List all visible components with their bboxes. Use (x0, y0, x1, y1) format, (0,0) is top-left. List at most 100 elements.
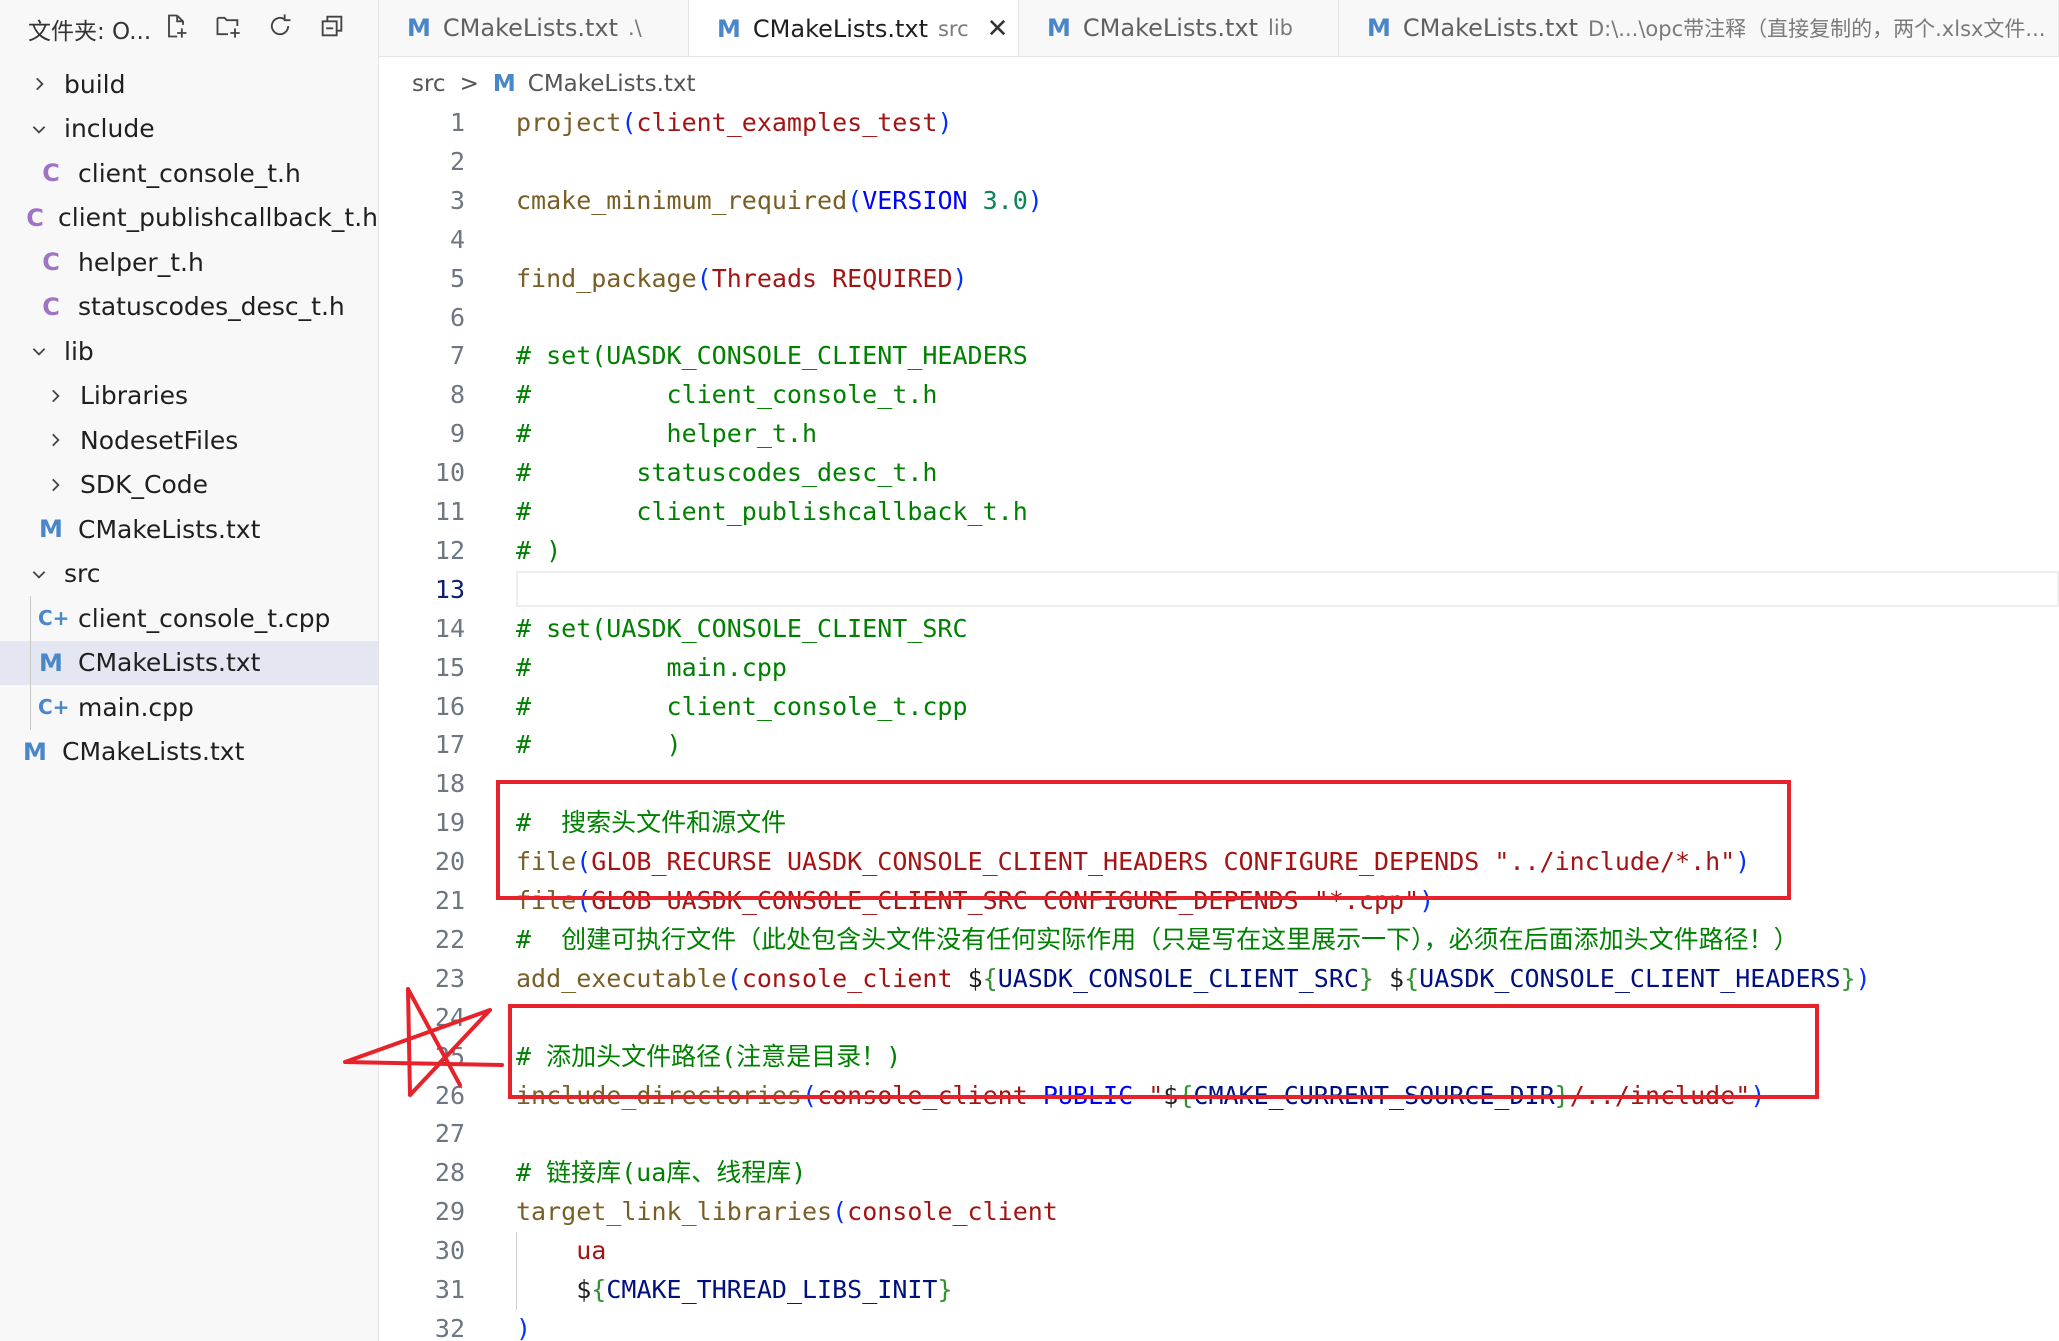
tree-file[interactable]: M CMakeLists.txt (0, 730, 378, 774)
code-line[interactable]: 3 cmake_minimum_required(VERSION 3.0) (379, 182, 2059, 220)
code-line[interactable]: 2 (379, 143, 2059, 181)
code-line[interactable]: 11 # client_publishcallback_t.h (379, 493, 2059, 531)
refresh-icon[interactable] (262, 8, 298, 44)
code-line[interactable]: 23 add_executable(console_client ${UASDK_… (379, 960, 2059, 998)
cmake-file-icon: M (39, 515, 63, 543)
tree-item-label: build (64, 69, 126, 99)
c-header-file-icon: C (26, 203, 44, 232)
chevron-right-icon[interactable] (28, 73, 50, 95)
code-editor[interactable]: 1 project(client_examples_test) 2 3 cmake_mi… (379, 104, 2059, 1341)
tab-cmakelists-root[interactable]: M CMakeLists.txt .\ (379, 0, 689, 56)
code-token: project (516, 108, 622, 137)
tab-cmakelists-lib[interactable]: M CMakeLists.txt lib (1019, 0, 1339, 56)
line-number: 18 (434, 769, 465, 799)
tree-file[interactable]: M CMakeLists.txt (0, 640, 378, 685)
code-token: ) (937, 108, 953, 137)
tree-folder[interactable]: Libraries (0, 374, 378, 418)
code-line[interactable]: 4 (379, 221, 2059, 259)
c-header-file-icon: C (42, 248, 60, 276)
tree-item-label: client_console_t.h (78, 158, 301, 188)
code-line[interactable]: 30 ua (379, 1232, 2059, 1270)
chevron-right-icon[interactable] (44, 429, 66, 451)
code-line[interactable]: 8 # client_console_t.h (379, 376, 2059, 414)
code-token: # statuscodes_desc_t.h (516, 458, 938, 488)
code-line[interactable]: 27 (379, 1115, 2059, 1153)
close-tab-icon[interactable]: ✕ (987, 14, 1009, 44)
code-token: ( (832, 1197, 848, 1227)
code-token: ) (1027, 185, 1043, 215)
code-line[interactable]: 7 # set(UASDK_CONSOLE_CLIENT_HEADERS (379, 337, 2059, 375)
tree-folder[interactable]: lib (0, 329, 378, 373)
code-line[interactable]: 13 (379, 570, 2059, 609)
code-line[interactable]: 1 project(client_examples_test) (379, 104, 2059, 142)
code-line[interactable]: 29 target_link_libraries(console_client (379, 1193, 2059, 1231)
code-line[interactable]: 12 # ) (379, 532, 2059, 570)
code-line[interactable]: 28 # 链接库(ua库、线程库) (379, 1154, 2059, 1192)
code-line[interactable]: 14 # set(UASDK_CONSOLE_CLIENT_SRC (379, 610, 2059, 648)
chevron-down-icon[interactable] (28, 340, 50, 362)
line-number: 22 (434, 924, 465, 954)
code-line[interactable]: 5 find_package(Threads REQUIRED) (379, 260, 2059, 298)
tree-item-label: CMakeLists.txt (78, 514, 261, 544)
chevron-down-icon[interactable] (28, 563, 50, 585)
code-line[interactable]: 9 # helper_t.h (379, 415, 2059, 453)
tree-file[interactable]: Cclient_console_t.h (0, 151, 378, 195)
code-text: # client_console_t.h (516, 376, 937, 414)
code-line[interactable]: 32) (379, 1310, 2059, 1341)
tree-folder[interactable]: include (0, 107, 378, 151)
tab-label: CMakeLists.txt (752, 14, 928, 43)
line-number: 31 (434, 1275, 465, 1304)
code-line[interactable]: 16 # client_console_t.cpp (379, 688, 2059, 726)
code-line[interactable]: 17 # ) (379, 726, 2059, 764)
tree-folder[interactable]: NodesetFiles (0, 418, 378, 462)
line-number: 19 (434, 808, 465, 838)
tree-item-label: SDK_Code (80, 470, 209, 499)
code-token: ( (621, 108, 637, 137)
chevron-right-icon[interactable] (44, 474, 66, 496)
tree-file[interactable]: Chelper_t.h (0, 240, 378, 284)
new-file-icon[interactable] (158, 8, 194, 44)
tree-folder[interactable]: src (0, 552, 378, 596)
tree-file[interactable]: Cclient_publishcallback_t.h (0, 196, 378, 240)
collapse-all-icon[interactable] (314, 8, 350, 44)
line-number: 21 (434, 886, 465, 915)
tree-folder[interactable]: SDK_Code (0, 463, 378, 507)
code-text: # set(UASDK_CONSOLE_CLIENT_SRC (516, 610, 968, 648)
code-text: # statuscodes_desc_t.h (516, 454, 937, 492)
tree-item-label: main.cpp (78, 692, 194, 722)
tree-file[interactable]: M CMakeLists.txt (0, 507, 378, 551)
chevron-down-icon[interactable] (28, 118, 50, 140)
code-text: # client_publishcallback_t.h (516, 493, 1028, 531)
breadcrumb-folder[interactable]: src (412, 71, 446, 97)
breadcrumb-file[interactable]: CMakeLists.txt (528, 71, 696, 97)
code-token: ) (952, 263, 968, 293)
line-number: 7 (449, 341, 465, 371)
explorer-header: 文件夹: O... (0, 0, 378, 52)
new-folder-icon[interactable] (210, 8, 246, 44)
tree-file[interactable]: C+ client_console_t.cpp (0, 596, 378, 640)
search-files-box (496, 780, 1791, 900)
tab-cmakelists-opc[interactable]: M CMakeLists.txt D:\...\opc带注释（直接复制的，两个.… (1339, 0, 2059, 56)
code-text: target_link_libraries(console_client (516, 1193, 1058, 1231)
code-line[interactable]: 31 ${CMAKE_THREAD_LIBS_INIT} (379, 1271, 2059, 1309)
code-token: UASDK_CONSOLE_CLIENT_HEADERS (1419, 963, 1841, 993)
code-line[interactable]: 15 # main.cpp (379, 649, 2059, 687)
tree-file[interactable]: Cstatuscodes_desc_t.h (0, 285, 378, 329)
code-text: # 链接库(ua库、线程库) (516, 1154, 806, 1192)
code-token: } (1358, 963, 1374, 993)
tree-item-label: lib (64, 336, 94, 366)
cmake-file-icon: M (1047, 14, 1071, 42)
code-line[interactable]: 6 (379, 299, 2059, 337)
code-token: VERSION (862, 185, 968, 215)
tree-file[interactable]: C+ main.cpp (0, 685, 378, 729)
chevron-right-icon[interactable] (44, 385, 66, 407)
code-token: add_executable (516, 963, 727, 993)
code-token: console_client (741, 963, 953, 993)
code-line[interactable]: 10 # statuscodes_desc_t.h (379, 454, 2059, 492)
code-line[interactable]: 22 # 创建可执行文件（此处包含头文件没有任何实际作用（只是写在这里展示一下），… (379, 921, 2059, 959)
tree-item-label: statuscodes_desc_t.h (78, 292, 345, 321)
tree-item-label: NodesetFiles (80, 425, 239, 455)
tree-folder[interactable]: build (0, 62, 378, 106)
tab-cmakelists-src[interactable]: M CMakeLists.txt src ✕ (689, 0, 1019, 56)
